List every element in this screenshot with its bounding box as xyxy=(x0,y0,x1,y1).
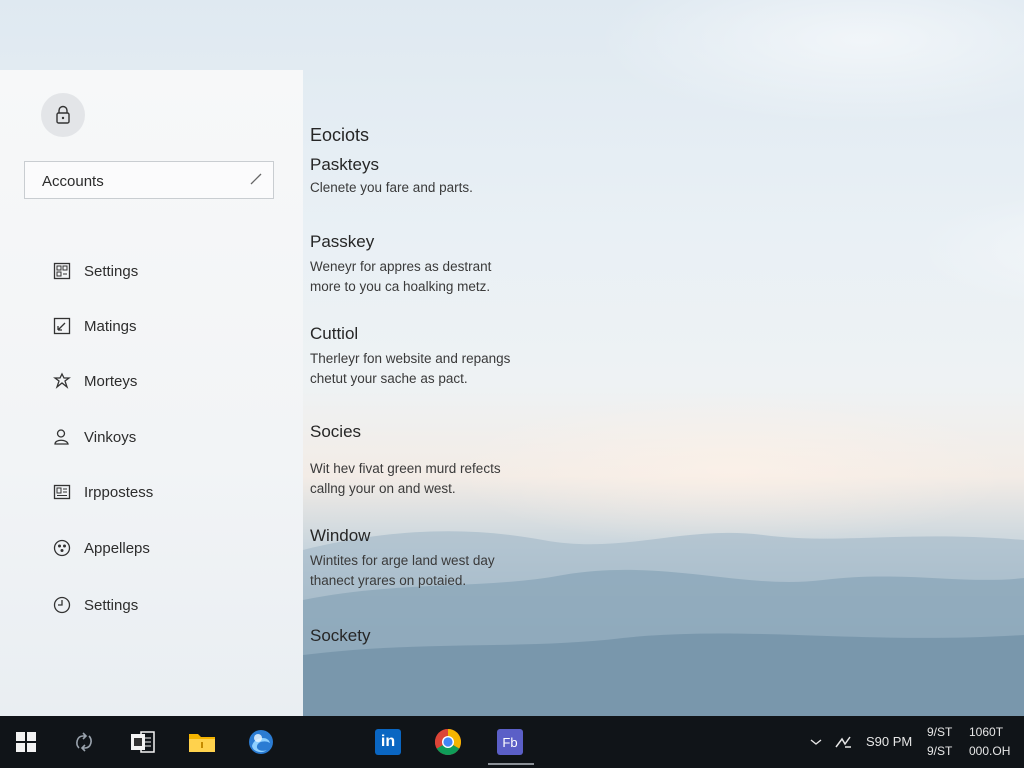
person-icon xyxy=(52,427,72,447)
pencil-icon[interactable] xyxy=(249,172,263,191)
linkedin-label: in xyxy=(380,733,396,750)
block-heading[interactable]: Socies xyxy=(310,422,361,442)
sidebar-item-vinkoys[interactable]: Vinkoys xyxy=(52,425,136,449)
teams-icon: Fb xyxy=(497,729,523,755)
edge-browser-button[interactable] xyxy=(245,726,277,758)
sidebar-item-label: Appelleps xyxy=(84,539,150,557)
lock-icon xyxy=(56,105,70,124)
grid-icon xyxy=(52,261,72,281)
chevron-up-icon xyxy=(810,739,822,745)
chrome-icon xyxy=(434,729,462,756)
tray-overflow-button[interactable] xyxy=(804,726,828,758)
network-icon xyxy=(835,736,851,748)
tray-date-top: 9/ST xyxy=(927,725,953,739)
sidebar-item-label: Settings xyxy=(84,596,139,614)
account-avatar[interactable] xyxy=(41,93,85,137)
network-button[interactable] xyxy=(830,726,856,758)
sidebar-item-appelleps[interactable]: Appelleps xyxy=(52,536,150,560)
block-description: Clenete you fare and parts. xyxy=(310,180,473,195)
puzzle-icon xyxy=(52,371,72,391)
start-icon xyxy=(16,732,36,752)
block-heading[interactable]: Window xyxy=(310,526,370,546)
resize-icon xyxy=(52,316,72,336)
sidebar-item-label: Vinkoys xyxy=(84,428,137,446)
apps-icon xyxy=(52,538,72,558)
id-card-icon xyxy=(52,482,72,502)
block-heading[interactable]: Passkey xyxy=(310,232,374,252)
teams-button[interactable]: Fb xyxy=(494,726,526,758)
tray-time-top: 1060T xyxy=(969,725,1004,739)
sync-app-button[interactable] xyxy=(68,726,100,758)
linkedin-icon: in xyxy=(375,729,401,755)
sidebar-item-label: Irppostess xyxy=(84,483,154,501)
block-description: Weneyr for appres as destrant more to yo… xyxy=(310,259,492,294)
tray-clock[interactable]: S90 PM xyxy=(866,734,912,749)
page-title: Eociots xyxy=(310,125,370,145)
desktop: Accounts Settings Matings Morteys Vinkoy… xyxy=(0,0,1024,768)
file-explorer-button[interactable] xyxy=(186,726,218,758)
active-app-indicator xyxy=(488,763,534,765)
account-field[interactable]: Accounts xyxy=(24,161,274,199)
sidebar-item-settings[interactable]: Settings xyxy=(52,259,138,283)
start-button[interactable] xyxy=(10,726,42,758)
office-app-button[interactable] xyxy=(127,726,159,758)
sidebar-item-morteys[interactable]: Morteys xyxy=(52,369,137,393)
block-description: Wintites for arge land west day thanect … xyxy=(310,553,495,588)
sidebar-item-matings[interactable]: Matings xyxy=(52,314,137,338)
block-heading[interactable]: Paskteys xyxy=(310,155,379,175)
mountain-background xyxy=(303,531,1024,716)
chrome-button[interactable] xyxy=(432,726,464,758)
tray-date-bottom: 9/ST xyxy=(927,744,953,758)
sidebar-item-label: Settings xyxy=(84,262,139,280)
account-field-label: Accounts xyxy=(42,173,104,190)
sidebar-item-settings-2[interactable]: Settings xyxy=(52,593,138,617)
office-icon xyxy=(131,731,155,753)
taskbar: in Fb S90 PM 9/ST 9/ST 1060T 000.OH xyxy=(0,716,1024,768)
clock-icon xyxy=(52,595,72,615)
block-heading[interactable]: Sockety xyxy=(310,626,370,646)
folder-icon xyxy=(189,734,215,752)
sidebar-item-label: Matings xyxy=(84,317,137,335)
edge-icon xyxy=(249,730,273,754)
block-description: Wit hev fivat green murd refects callng … xyxy=(310,461,501,496)
sidebar-item-irppostess[interactable]: Irppostess xyxy=(52,480,153,504)
sync-icon xyxy=(76,732,92,752)
tray-time-bottom: 000.OH xyxy=(969,744,1011,758)
linkedin-button[interactable]: in xyxy=(372,726,404,758)
sidebar-item-label: Morteys xyxy=(84,372,138,390)
teams-label: Fb xyxy=(502,734,518,750)
block-description: Therleyr fon website and repangs chetut … xyxy=(310,351,511,386)
block-heading[interactable]: Cuttiol xyxy=(310,324,358,344)
